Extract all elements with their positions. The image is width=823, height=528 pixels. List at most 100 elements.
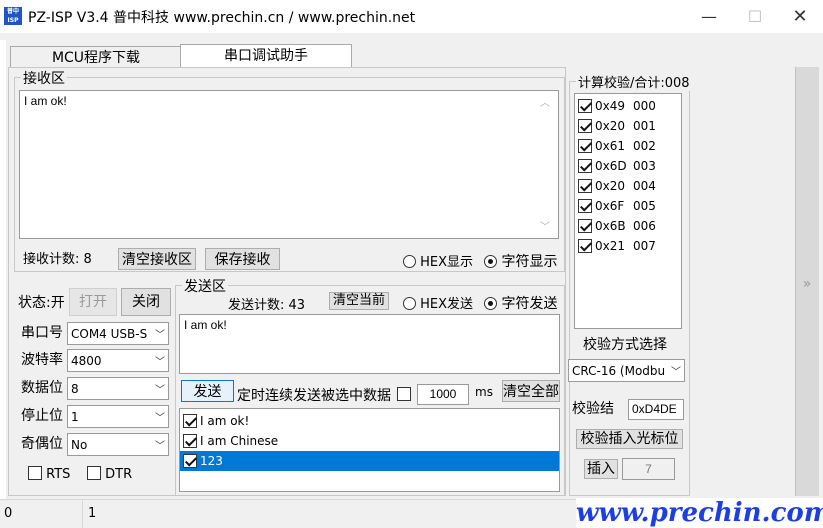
receive-char-label: 字符显示	[501, 254, 558, 270]
insert-position-value: 7	[645, 462, 652, 476]
tab-serial-assistant[interactable]: 串口调试助手	[180, 44, 352, 68]
send-textarea[interactable]: I am ok!	[179, 314, 560, 374]
dtr-checkbox[interactable]	[87, 466, 101, 480]
send-item-label: I am ok!	[200, 414, 250, 428]
send-hex-option[interactable]: HEX发送	[403, 293, 473, 312]
checksum-checkbox[interactable]	[578, 119, 592, 133]
send-history-list[interactable]: I am ok! I am Chinese 123	[179, 408, 560, 492]
checksum-method-select[interactable]: CRC-16 (Modbu ﹀	[568, 359, 685, 382]
chevron-down-icon: ﹀	[155, 385, 165, 396]
list-item[interactable]: I am Chinese	[180, 431, 559, 451]
baud-label: 波特率	[21, 352, 63, 368]
list-item-selected[interactable]: 123	[180, 451, 559, 471]
checksum-hex: 0x6D	[595, 159, 627, 173]
parity-label: 奇偶位	[21, 436, 63, 452]
receive-scroll-up-icon[interactable]: ︿	[540, 94, 550, 109]
list-item[interactable]: I am ok!	[180, 411, 559, 431]
checksum-row[interactable]: 0x6F 005	[575, 196, 681, 216]
checksum-row[interactable]: 0x20 004	[575, 176, 681, 196]
status-left: 0	[4, 506, 13, 521]
send-button[interactable]: 发送	[181, 380, 234, 402]
checksum-list[interactable]: 0x49 000 0x20 001 0x61 002 0x6D 003 0x20 004 …	[574, 93, 682, 329]
send-hex-label: HEX发送	[420, 297, 474, 312]
send-content: I am ok!	[184, 318, 227, 332]
close-port-button[interactable]: 关闭	[121, 288, 171, 316]
receive-hex-option[interactable]: HEX显示	[403, 251, 473, 270]
minimize-button[interactable]: —	[686, 0, 732, 33]
send-count: 发送计数: 43	[228, 298, 306, 313]
receive-hex-radio[interactable]	[403, 255, 416, 268]
receive-char-radio[interactable]	[484, 255, 497, 268]
receive-scroll-down-icon[interactable]: ﹀	[540, 218, 550, 233]
checksum-index: 001	[633, 119, 656, 133]
checksum-row[interactable]: 0x6B 006	[575, 216, 681, 236]
checksum-checkbox[interactable]	[578, 239, 592, 253]
clear-all-button[interactable]: 清空全部	[502, 380, 560, 402]
checksum-checkbox[interactable]	[578, 99, 592, 113]
port-status: 状态:开	[18, 295, 65, 311]
insert-button[interactable]: 插入	[584, 459, 618, 479]
stopbits-select[interactable]: 1 ﹀	[67, 405, 169, 428]
parity-value: No	[71, 437, 88, 452]
timer-checkbox[interactable]	[397, 387, 411, 401]
receive-count: 接收计数: 8	[23, 252, 92, 267]
interval-unit: ms	[475, 385, 493, 399]
checksum-row[interactable]: 0x20 001	[575, 116, 681, 136]
receive-textarea[interactable]: I am ok!	[19, 90, 559, 239]
checksum-result-field: 0xD4DE	[628, 399, 684, 420]
close-button[interactable]: ✕	[777, 0, 823, 33]
checksum-method-value: CRC-16 (Modbu	[572, 363, 666, 378]
clear-current-button[interactable]: 清空当前	[329, 292, 389, 310]
send-item-checkbox[interactable]	[183, 454, 197, 468]
checksum-checkbox[interactable]	[578, 139, 592, 153]
checksum-title: 计算校验/合计:008	[576, 72, 692, 91]
clear-receive-button[interactable]: 清空接收区	[118, 248, 196, 270]
checksum-row[interactable]: 0x6D 003	[575, 156, 681, 176]
rts-option[interactable]: RTS	[28, 466, 70, 482]
checksum-index: 007	[633, 239, 656, 253]
checksum-index: 005	[633, 199, 656, 213]
rts-checkbox[interactable]	[28, 466, 42, 480]
expand-arrows-icon[interactable]: »	[796, 276, 818, 292]
status-right: 1	[88, 506, 97, 521]
open-port-button[interactable]: 打开	[69, 288, 117, 316]
checksum-checkbox[interactable]	[578, 159, 592, 173]
checksum-checkbox[interactable]	[578, 179, 592, 193]
receive-char-option[interactable]: 字符显示	[484, 251, 560, 271]
timer-label: 定时连续发送被选中数据	[237, 388, 391, 404]
dtr-option[interactable]: DTR	[87, 466, 132, 482]
insert-at-cursor-button[interactable]: 校验插入光标位	[576, 429, 683, 449]
parity-select[interactable]: No ﹀	[67, 433, 169, 456]
send-item-checkbox[interactable]	[183, 434, 197, 448]
send-item-checkbox[interactable]	[183, 414, 197, 428]
checksum-row[interactable]: 0x21 007	[575, 236, 681, 256]
checksum-checkbox[interactable]	[578, 199, 592, 213]
stopbits-value: 1	[71, 409, 79, 424]
receive-hex-label: HEX显示	[420, 255, 474, 270]
databits-select[interactable]: 8 ﹀	[67, 377, 169, 400]
send-hex-radio[interactable]	[403, 297, 416, 310]
receive-group-title: 接收区	[21, 68, 67, 88]
checksum-hex: 0x20	[595, 179, 626, 193]
checksum-hex: 0x21	[595, 239, 626, 253]
send-char-option[interactable]: 字符发送	[484, 293, 560, 313]
maximize-button[interactable]: ☐	[732, 0, 778, 33]
checksum-method-label: 校验方式选择	[583, 337, 667, 353]
interval-value: 1000	[429, 387, 457, 401]
send-char-radio[interactable]	[484, 297, 497, 310]
checksum-hex: 0x49	[595, 99, 626, 113]
port-select[interactable]: COM4 USB-S ﹀	[67, 322, 169, 345]
checksum-hex: 0x6F	[595, 199, 625, 213]
chevron-down-icon: ﹀	[671, 367, 681, 378]
tab-mcu-download[interactable]: MCU程序下载	[10, 46, 182, 68]
insert-position-field[interactable]: 7	[622, 458, 675, 480]
baud-select[interactable]: 4800 ﹀	[67, 349, 169, 372]
save-receive-button[interactable]: 保存接收	[205, 248, 280, 270]
checksum-row[interactable]: 0x49 000	[575, 96, 681, 116]
left-strip	[0, 40, 6, 500]
status-separator	[82, 500, 83, 528]
send-group-title: 发送区	[182, 276, 228, 296]
checksum-checkbox[interactable]	[578, 219, 592, 233]
checksum-row[interactable]: 0x61 002	[575, 136, 681, 156]
interval-input[interactable]: 1000	[417, 384, 469, 405]
